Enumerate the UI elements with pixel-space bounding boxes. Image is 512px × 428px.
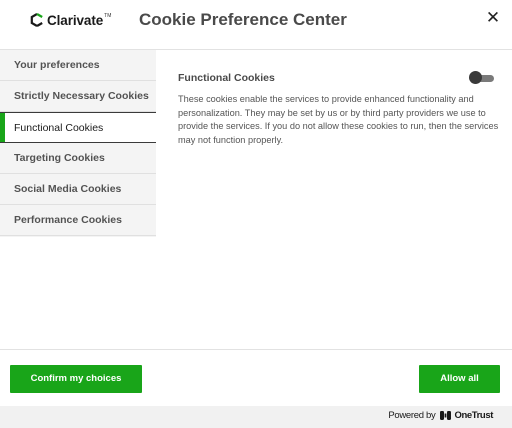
menu-item-social-media[interactable]: Social Media Cookies bbox=[0, 174, 156, 205]
clarivate-logo: Clarivate TM bbox=[30, 12, 111, 28]
category-detail-panel: Functional Cookies These cookies enable … bbox=[156, 50, 512, 350]
category-description: These cookies enable the services to pro… bbox=[178, 94, 499, 145]
menu-item-performance[interactable]: Performance Cookies bbox=[0, 205, 156, 236]
logo-wordmark: Clarivate bbox=[47, 12, 104, 28]
menu-item-functional[interactable]: Functional Cookies bbox=[0, 112, 156, 143]
powered-by-onetrust-link[interactable]: Powered by OneTrust bbox=[388, 410, 493, 421]
close-icon[interactable]: ✕ bbox=[484, 9, 502, 27]
page-title: Cookie Preference Center bbox=[139, 10, 347, 29]
allow-all-button[interactable]: Allow all bbox=[419, 365, 500, 393]
menu-item-your-preferences[interactable]: Your preferences bbox=[0, 50, 156, 81]
onetrust-logo-icon bbox=[440, 411, 452, 420]
powered-by-label: Powered by bbox=[388, 410, 436, 421]
functional-cookies-toggle[interactable] bbox=[469, 71, 495, 84]
toggle-knob bbox=[469, 71, 482, 84]
confirm-choices-button[interactable]: Confirm my choices bbox=[10, 365, 142, 393]
preference-center-header: Clarivate TM Cookie Preference Center ✕ bbox=[0, 0, 512, 50]
menu-item-strictly-necessary[interactable]: Strictly Necessary Cookies bbox=[0, 81, 156, 112]
onetrust-brand: OneTrust bbox=[454, 410, 493, 421]
menu-item-targeting[interactable]: Targeting Cookies bbox=[0, 143, 156, 174]
category-title: Functional Cookies bbox=[178, 72, 275, 84]
clarivate-logo-icon bbox=[30, 13, 43, 27]
logo-trademark: TM bbox=[104, 13, 112, 19]
powered-by-bar: Powered by OneTrust bbox=[0, 406, 512, 428]
button-bar: Confirm my choices Allow all bbox=[0, 349, 512, 406]
